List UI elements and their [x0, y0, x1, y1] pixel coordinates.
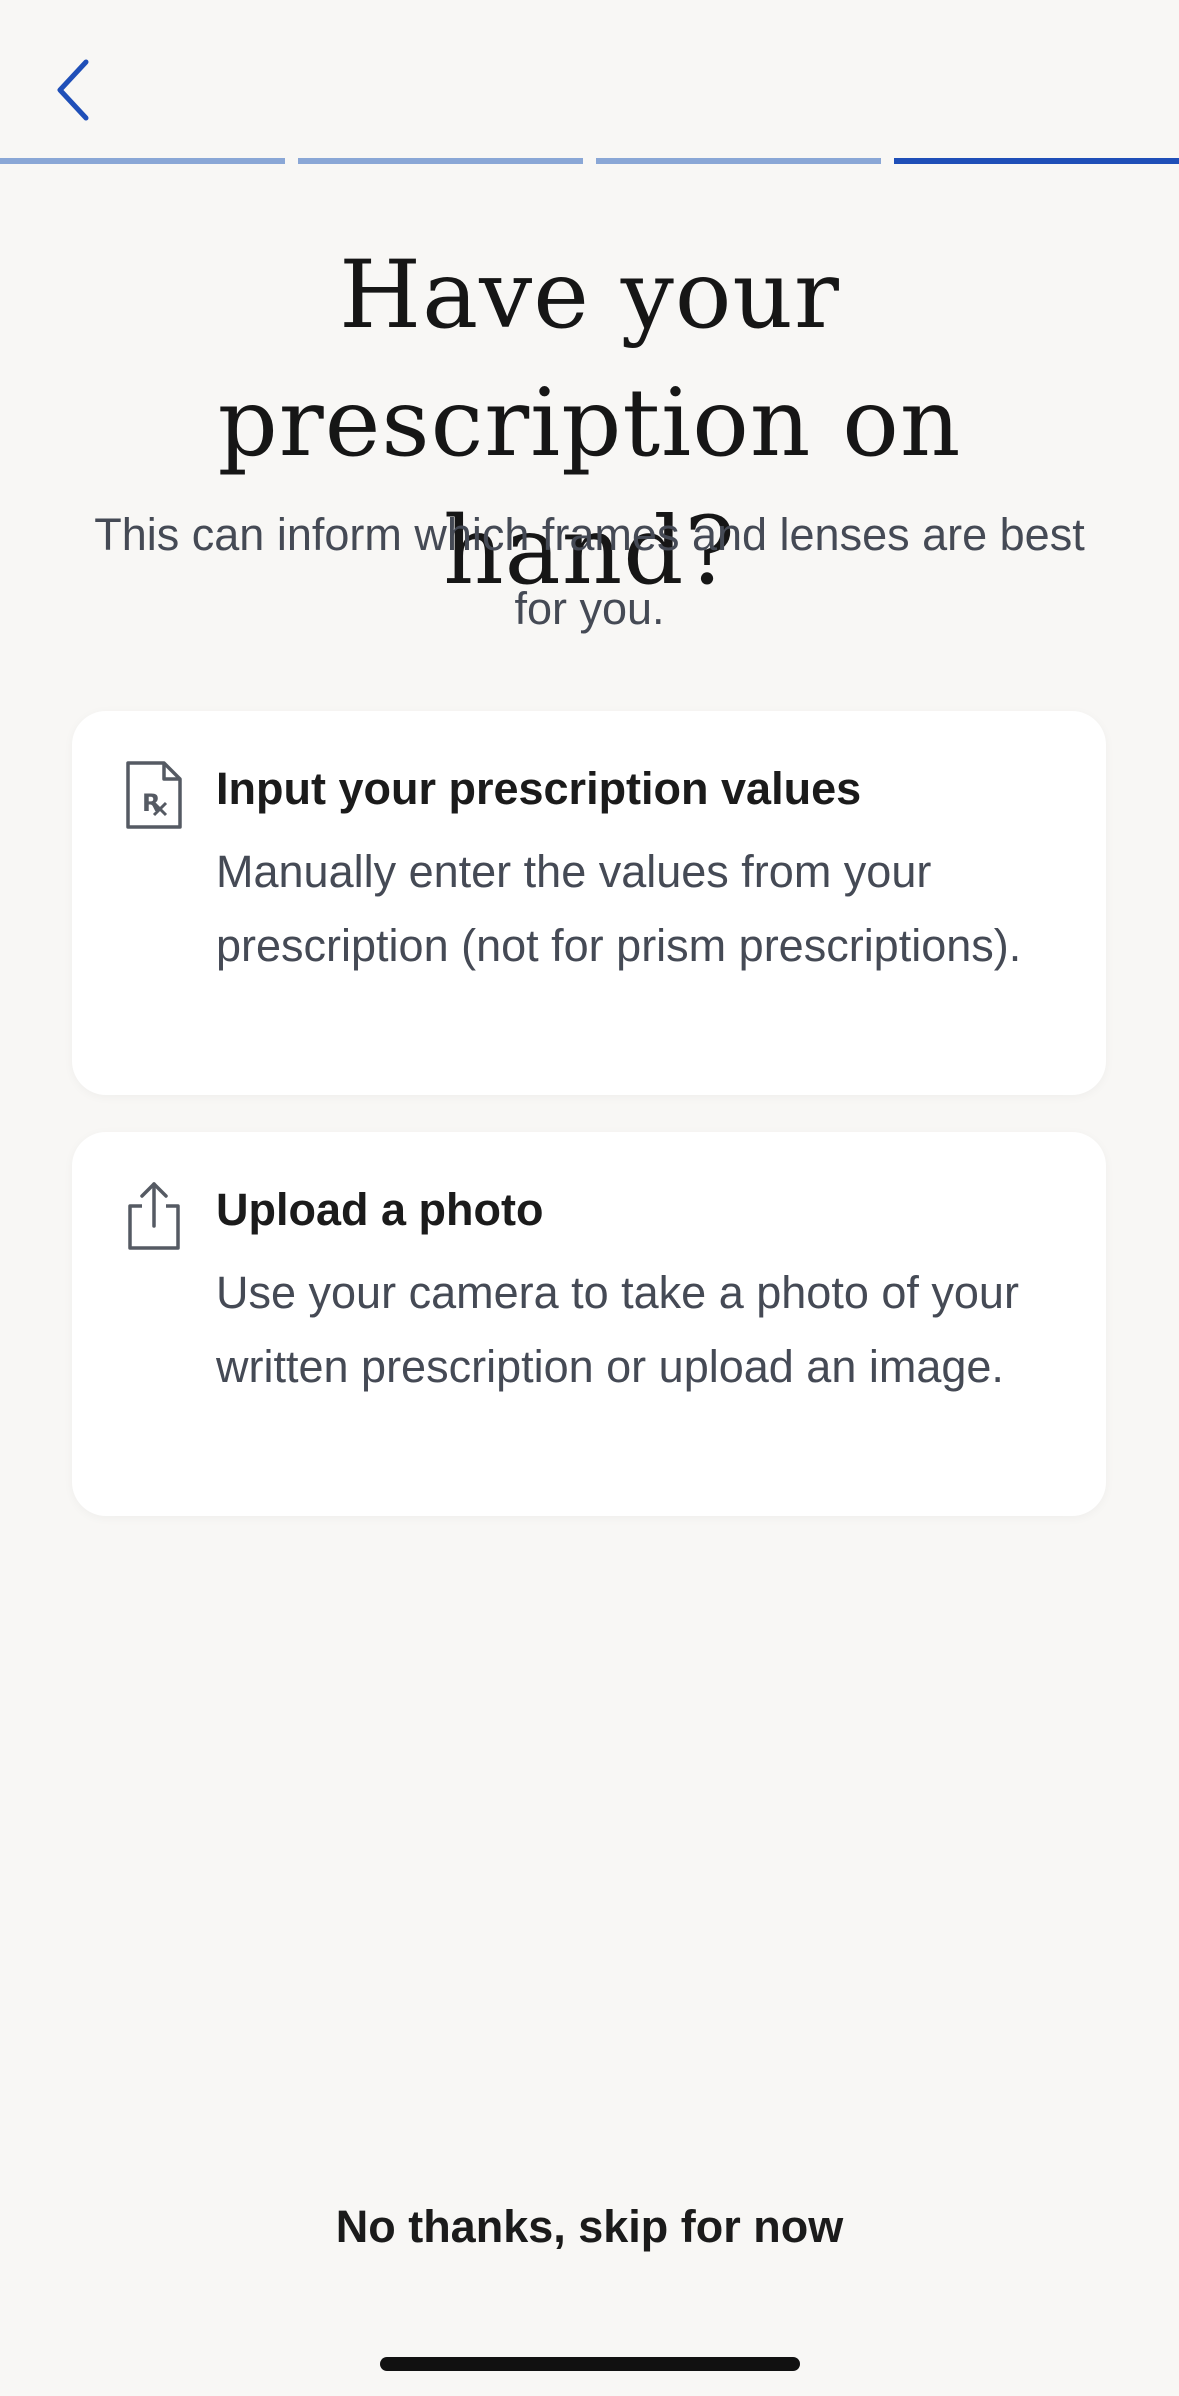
- option-description: Manually enter the values from your pres…: [216, 846, 1022, 971]
- input-prescription-values-card[interactable]: R Input your prescription values Manuall…: [72, 711, 1106, 1095]
- option-title: Upload a photo: [216, 1184, 544, 1235]
- progress-bar: [0, 158, 1179, 166]
- upload-photo-card[interactable]: Upload a photo Use your camera to take a…: [72, 1132, 1106, 1516]
- progress-step-3: [596, 158, 881, 164]
- home-indicator: [380, 2357, 800, 2371]
- progress-step-1: [0, 158, 285, 164]
- progress-step-2: [298, 158, 583, 164]
- back-button[interactable]: [40, 50, 104, 130]
- option-description: Use your camera to take a photo of your …: [216, 1267, 1019, 1392]
- chevron-left-icon: [57, 59, 89, 121]
- option-title: Input your prescription values: [216, 763, 862, 814]
- progress-step-4: [894, 158, 1179, 164]
- skip-button[interactable]: No thanks, skip for now: [0, 2195, 1179, 2259]
- prescription-rx-icon: R: [126, 761, 182, 829]
- upload-share-icon: [128, 1182, 180, 1250]
- page-title-line-1: Have your: [339, 241, 840, 350]
- page-subtitle: This can inform which frames and lenses …: [94, 509, 1085, 634]
